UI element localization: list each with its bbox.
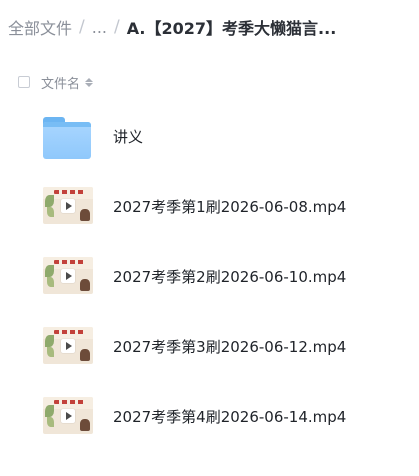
file-row-video[interactable]: 2027考季第2刷2026-06-10.mp4 [0, 249, 419, 305]
sort-icon[interactable] [85, 77, 94, 87]
select-all-checkbox[interactable] [18, 76, 30, 88]
file-name[interactable]: 2027考季第2刷2026-06-10.mp4 [113, 249, 346, 305]
breadcrumb-root-link[interactable]: 全部文件 [8, 15, 72, 39]
file-name[interactable]: 2027考季第1刷2026-06-08.mp4 [113, 179, 346, 235]
play-icon [61, 409, 75, 423]
folder-icon [43, 117, 91, 159]
file-list-header: 文件名 [18, 72, 94, 92]
breadcrumb-current-folder: A.【2027】考季大懒猫言... [126, 19, 337, 38]
file-row-folder[interactable]: 讲义 [0, 109, 419, 165]
video-thumbnail-icon [43, 187, 93, 224]
video-thumbnail-icon [43, 327, 93, 364]
play-icon [61, 199, 75, 213]
name-column-header[interactable]: 文件名 [41, 73, 80, 92]
breadcrumb-ellipsis-link[interactable]: ... [92, 18, 107, 37]
file-row-video[interactable]: 2027考季第3刷2026-06-12.mp4 [0, 319, 419, 375]
breadcrumb-separator: / [79, 17, 85, 37]
file-row-video[interactable]: 2027考季第4刷2026-06-14.mp4 [0, 389, 419, 445]
play-icon [61, 339, 75, 353]
file-row-video[interactable]: 2027考季第1刷2026-06-08.mp4 [0, 179, 419, 235]
file-name[interactable]: 2027考季第3刷2026-06-12.mp4 [113, 319, 346, 375]
file-name[interactable]: 2027考季第4刷2026-06-14.mp4 [113, 389, 346, 445]
file-name[interactable]: 讲义 [113, 109, 143, 165]
breadcrumb-separator: / [114, 17, 120, 37]
video-thumbnail-icon [43, 257, 93, 294]
breadcrumb: 全部文件 / ... / A.【2027】考季大懒猫言... [8, 14, 336, 40]
play-icon [61, 269, 75, 283]
video-thumbnail-icon [43, 397, 93, 434]
